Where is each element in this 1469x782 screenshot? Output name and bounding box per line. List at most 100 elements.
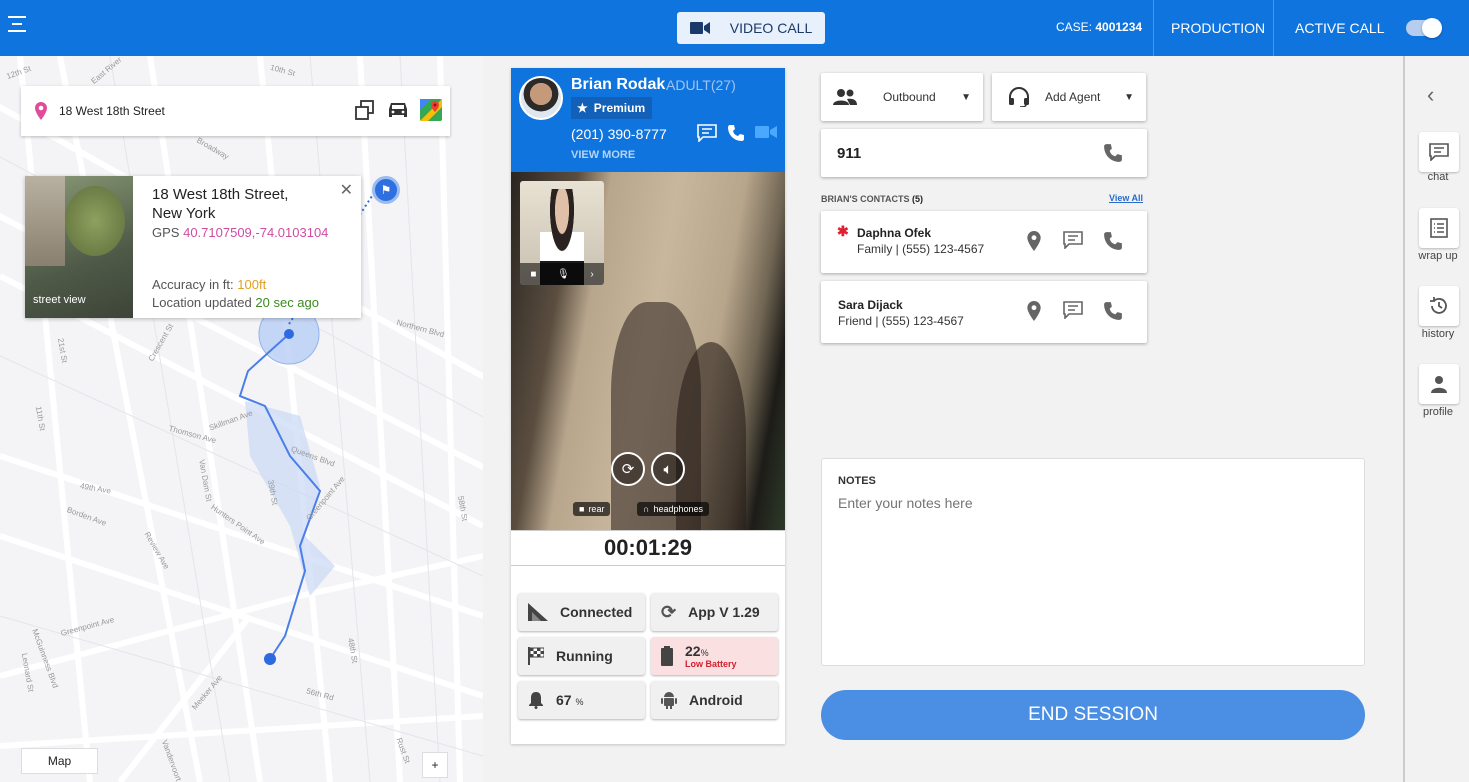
divider bbox=[1153, 0, 1154, 56]
notes-input[interactable] bbox=[838, 495, 1348, 655]
avatar bbox=[519, 76, 563, 120]
caller-phone: (201) 390-8777 bbox=[571, 126, 667, 142]
contact-card[interactable]: ✱ Daphna Ofek Family | (555) 123-4567 bbox=[821, 211, 1147, 273]
bell-icon bbox=[529, 692, 543, 709]
message-icon[interactable] bbox=[697, 124, 717, 142]
contact-actions bbox=[1025, 301, 1123, 321]
close-icon[interactable]: ✕ bbox=[340, 180, 353, 200]
location-title: 18 West 18th Street, New York bbox=[152, 186, 289, 222]
headphones-icon: ∩ bbox=[643, 504, 650, 514]
map-view[interactable]: 12th St East River 10th St Broadway Cres… bbox=[0, 56, 483, 782]
low-battery-warning: Low Battery bbox=[685, 659, 737, 669]
chevron-right-icon[interactable]: › bbox=[590, 269, 593, 280]
wrap-up-icon bbox=[1430, 218, 1448, 238]
profile-icon bbox=[1431, 376, 1447, 393]
view-all-link[interactable]: View All bbox=[1109, 193, 1143, 203]
add-agent-label: Add Agent bbox=[1045, 90, 1101, 104]
video-camera-icon[interactable] bbox=[755, 124, 777, 140]
history-icon bbox=[1430, 297, 1447, 314]
active-call-toggle[interactable] bbox=[1406, 18, 1442, 38]
street-view-label: street view bbox=[33, 294, 86, 306]
history-button[interactable] bbox=[1419, 286, 1459, 326]
contact-name: Sara Dijack bbox=[838, 298, 903, 312]
wrap-up-label: wrap up bbox=[1418, 250, 1458, 262]
camera-icon: ■ bbox=[579, 504, 585, 514]
contact-detail: Family | (555) 123-4567 bbox=[857, 242, 985, 256]
contact-name: Daphna Ofek bbox=[857, 226, 932, 240]
destination-flag-icon[interactable]: ⚑ bbox=[372, 176, 400, 204]
connection-status: Connected bbox=[518, 593, 645, 631]
chat-button[interactable] bbox=[1419, 132, 1459, 172]
contacts-header: BRIAN'S CONTACTS (5) bbox=[821, 194, 923, 204]
phone-icon[interactable] bbox=[1103, 143, 1123, 163]
location-updated: Location updated 20 sec ago bbox=[152, 295, 319, 310]
location-accuracy: Accuracy in ft: 100ft bbox=[152, 277, 267, 292]
premium-badge: ★ Premium bbox=[571, 97, 652, 119]
battery-icon bbox=[661, 646, 673, 666]
signal-icon bbox=[528, 603, 548, 621]
phone-icon[interactable] bbox=[1103, 231, 1123, 251]
self-view-controls: ■ 🎙 › bbox=[520, 263, 604, 285]
phone-icon[interactable] bbox=[727, 124, 745, 142]
contact-actions bbox=[1025, 231, 1123, 251]
volume-status: 67 % bbox=[518, 681, 645, 719]
camera-icon[interactable]: ■ bbox=[530, 269, 536, 280]
caller-panel: Brian Rodak ADULT(27) ★ Premium (201) 390… bbox=[511, 68, 785, 744]
dial-number: 911 bbox=[837, 145, 862, 162]
address-search-bar[interactable]: 18 West 18th Street bbox=[21, 86, 450, 136]
app-state: Running bbox=[518, 637, 645, 675]
view-more-link[interactable]: VIEW MORE bbox=[571, 149, 635, 161]
video-feed: ■ 🎙 › ⟳ 🔈︎ ■ rear ∩ headphones bbox=[511, 172, 785, 530]
map-type-button[interactable]: Map bbox=[21, 748, 98, 774]
direction-dropdown[interactable]: Outbound ▼ bbox=[821, 73, 983, 121]
call-timer: 00:01:29 bbox=[511, 530, 785, 566]
location-icon[interactable] bbox=[1025, 301, 1043, 321]
self-view[interactable]: ■ 🎙 › bbox=[520, 181, 604, 285]
chat-label: chat bbox=[1427, 171, 1449, 183]
history-label: history bbox=[1421, 328, 1455, 340]
zoom-in-button[interactable]: + bbox=[422, 752, 448, 778]
video-call-button[interactable]: VIDEO CALL bbox=[677, 12, 825, 44]
street-view-image[interactable]: street view bbox=[25, 176, 133, 318]
profile-button[interactable] bbox=[1419, 364, 1459, 404]
address-actions bbox=[354, 99, 442, 121]
gps-coordinates: GPS 40.7107509,-74.0103104 bbox=[152, 225, 329, 240]
video-camera-icon bbox=[689, 22, 710, 34]
chevron-left-icon[interactable]: ‹ bbox=[1427, 82, 1434, 108]
location-info-card: street view 18 West 18th Street, New York… bbox=[25, 176, 361, 318]
dial-field[interactable]: 911 bbox=[821, 129, 1147, 177]
battery-status: 22% Low Battery bbox=[651, 637, 778, 675]
microphone-icon[interactable]: 🎙 bbox=[557, 269, 570, 280]
platform-status: Android bbox=[651, 681, 778, 719]
production-tab[interactable]: PRODUCTION bbox=[1171, 20, 1265, 36]
headset-icon bbox=[1009, 87, 1029, 107]
address-text: 18 West 18th Street bbox=[59, 104, 165, 118]
message-icon[interactable] bbox=[1063, 231, 1083, 249]
notes-label: NOTES bbox=[838, 475, 876, 487]
add-agent-dropdown[interactable]: Add Agent ▼ bbox=[992, 73, 1146, 121]
profile-label: profile bbox=[1423, 406, 1453, 418]
divider bbox=[1273, 0, 1274, 56]
end-session-button[interactable]: END SESSION bbox=[821, 690, 1365, 740]
wrap-up-button[interactable] bbox=[1419, 208, 1459, 248]
speaker-button[interactable]: 🔈︎ bbox=[651, 452, 685, 486]
phone-icon[interactable] bbox=[1103, 301, 1123, 321]
case-number: CASE: 4001234 bbox=[1056, 20, 1143, 34]
star-icon: ★ bbox=[577, 101, 588, 115]
switch-camera-button[interactable]: ⟳ bbox=[611, 452, 645, 486]
menu-icon[interactable] bbox=[8, 16, 26, 36]
contact-detail: Friend | (555) 123-4567 bbox=[838, 314, 964, 328]
primary-contact-icon: ✱ bbox=[837, 223, 849, 239]
location-icon[interactable] bbox=[1025, 231, 1043, 251]
copy-icon[interactable] bbox=[354, 99, 376, 121]
video-call-label: VIDEO CALL bbox=[729, 20, 813, 36]
contact-card[interactable]: Sara Dijack Friend | (555) 123-4567 bbox=[821, 281, 1147, 343]
checkered-flag-icon bbox=[528, 647, 544, 665]
message-icon[interactable] bbox=[1063, 301, 1083, 319]
notes-panel: NOTES bbox=[821, 458, 1365, 666]
google-maps-icon[interactable] bbox=[420, 99, 442, 121]
caret-down-icon: ▼ bbox=[961, 91, 971, 103]
sync-icon: ⟳ bbox=[661, 601, 677, 622]
rotate-icon: ⟳ bbox=[621, 461, 635, 478]
car-icon[interactable] bbox=[386, 99, 410, 121]
